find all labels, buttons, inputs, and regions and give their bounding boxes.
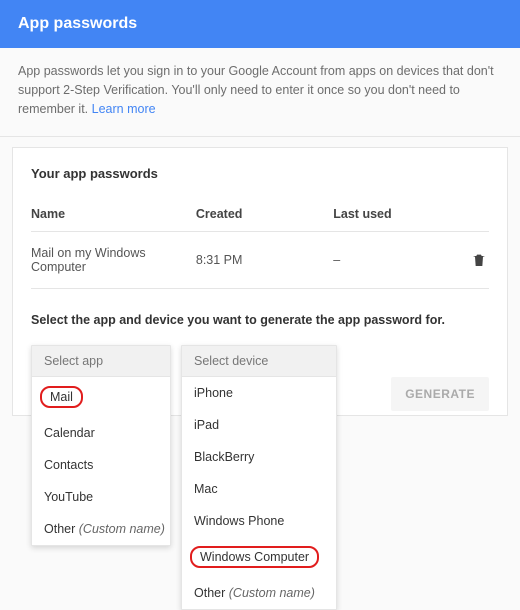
cell-name: Mail on my Windows Computer — [31, 232, 196, 289]
cell-created: 8:31 PM — [196, 232, 333, 289]
page-header: App passwords — [0, 0, 520, 48]
learn-more-link[interactable]: Learn more — [92, 102, 156, 116]
other-em: (Custom name) — [79, 522, 165, 536]
intro-text: App passwords let you sign in to your Go… — [0, 48, 520, 137]
select-device-item-blackberry[interactable]: BlackBerry — [182, 441, 336, 473]
col-name: Name — [31, 199, 196, 232]
select-device-item-windows-computer[interactable]: Windows Computer — [182, 537, 336, 577]
trash-icon[interactable] — [471, 251, 485, 269]
select-app-item-youtube[interactable]: YouTube — [32, 481, 170, 513]
other-prefix: Other — [44, 522, 79, 536]
select-app-item-contacts[interactable]: Contacts — [32, 449, 170, 481]
select-device-item-other[interactable]: Other (Custom name) — [182, 577, 336, 609]
select-device-item-windows-phone[interactable]: Windows Phone — [182, 505, 336, 537]
select-app-dropdown[interactable]: Select app Mail Calendar Contacts YouTub… — [31, 345, 171, 546]
select-app-item-other[interactable]: Other (Custom name) — [32, 513, 170, 545]
generate-instruction: Select the app and device you want to ge… — [31, 313, 489, 327]
select-device-dropdown[interactable]: Select device iPhone iPad BlackBerry Mac… — [181, 345, 337, 610]
other-prefix-dev: Other — [194, 586, 229, 600]
windows-computer-highlight: Windows Computer — [190, 546, 319, 568]
select-app-item-calendar[interactable]: Calendar — [32, 417, 170, 449]
select-app-item-mail[interactable]: Mail — [32, 377, 170, 417]
col-created: Created — [196, 199, 333, 232]
select-device-item-iphone[interactable]: iPhone — [182, 377, 336, 409]
other-em-dev: (Custom name) — [229, 586, 315, 600]
generate-button[interactable]: GENERATE — [391, 377, 489, 411]
select-device-item-mac[interactable]: Mac — [182, 473, 336, 505]
table-row: Mail on my Windows Computer 8:31 PM – — [31, 232, 489, 289]
cell-last-used: – — [333, 232, 461, 289]
card-title: Your app passwords — [31, 166, 489, 181]
col-last-used: Last used — [333, 199, 461, 232]
select-device-header: Select device — [182, 346, 336, 377]
page-title: App passwords — [18, 15, 137, 32]
intro-body: App passwords let you sign in to your Go… — [18, 64, 494, 116]
select-device-item-ipad[interactable]: iPad — [182, 409, 336, 441]
select-app-header: Select app — [32, 346, 170, 377]
app-passwords-card: Your app passwords Name Created Last use… — [12, 147, 508, 416]
passwords-table: Name Created Last used Mail on my Window… — [31, 199, 489, 289]
mail-highlight: Mail — [40, 386, 83, 408]
controls-row: Select app Mail Calendar Contacts YouTub… — [31, 345, 489, 393]
